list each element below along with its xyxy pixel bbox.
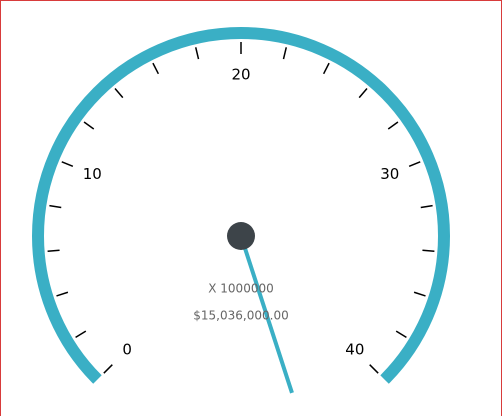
gauge-tick — [387, 121, 399, 130]
gauge-label-40: 40 — [345, 340, 364, 358]
gauge-tick — [83, 121, 95, 130]
gauge-tick — [47, 249, 60, 252]
gauge-label-30: 30 — [380, 165, 399, 183]
gauge-tick — [282, 47, 288, 60]
gauge-tick — [422, 249, 435, 252]
gauge-tick — [395, 330, 407, 339]
gauge-tick — [61, 161, 74, 168]
gauge-tick — [322, 62, 330, 75]
scale-multiplier-text: X 1000000 — [208, 282, 273, 296]
gauge-tick — [369, 364, 379, 374]
gauge-tick — [358, 87, 368, 99]
gauge-tick — [114, 87, 124, 99]
gauge-value-text: $15,036,000.00 — [193, 309, 288, 323]
gauge-tick — [152, 62, 160, 75]
gauge-arc — [32, 27, 450, 384]
gauge-label-10: 10 — [83, 165, 102, 183]
radial-gauge: 0 10 20 30 40 X 1000000 $15,036,000.00 — [32, 27, 450, 394]
gauge-tick — [194, 47, 200, 60]
gauge-tick — [420, 204, 433, 209]
gauge-label-20: 20 — [231, 66, 250, 84]
gauge-tick — [49, 204, 62, 209]
gauge-tick — [75, 330, 87, 339]
gauge-tick — [56, 291, 69, 297]
gauge-tick — [103, 364, 113, 374]
gauge-needle-cap — [227, 222, 255, 250]
gauge-tick — [413, 291, 426, 297]
gauge-label-0: 0 — [122, 340, 132, 358]
gauge-tick — [408, 161, 421, 168]
gauge-panel: 0 10 20 30 40 X 1000000 $15,036,000.00 — [0, 0, 502, 416]
